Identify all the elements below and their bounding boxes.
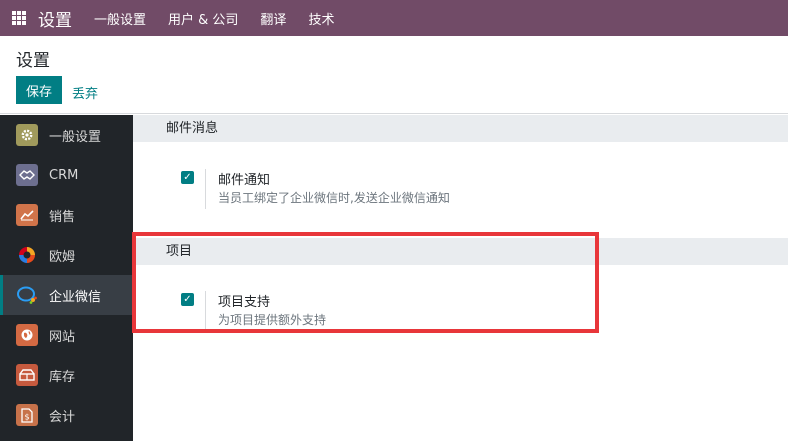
menu-general-settings[interactable]: 一般设置 [94, 9, 146, 28]
setting-divider [205, 291, 206, 331]
setting-description: 当员工绑定了企业微信时,发送企业微信通知 [218, 191, 450, 205]
section-header-mail: 邮件消息 [133, 115, 788, 142]
wecom-icon [16, 284, 38, 306]
menu-translations[interactable]: 翻译 [260, 9, 286, 28]
setting-description: 为项目提供额外支持 [218, 313, 327, 327]
svg-text:$: $ [24, 412, 29, 421]
sidebar-item-label: 一般设置 [49, 129, 102, 145]
chart-up-icon [16, 204, 38, 226]
menu-users-companies[interactable]: 用户 & 公司 [168, 9, 238, 28]
discard-button[interactable]: 丢弃 [72, 83, 98, 102]
section-header-project: 项目 [133, 238, 788, 265]
sidebar-item-ohm[interactable]: 欧姆 [0, 235, 133, 275]
sidebar-item-general-settings[interactable]: 一般设置 [0, 115, 133, 155]
settings-sidebar: 一般设置 CRM 销售 欧姆 企业微信 网站 库存 $ 会计 [0, 115, 133, 441]
setting-title: 邮件通知 [218, 173, 271, 188]
sidebar-item-website[interactable]: 网站 [0, 315, 133, 355]
handshake-icon [16, 164, 38, 186]
sidebar-item-label: 销售 [49, 209, 76, 225]
gear-icon [16, 124, 38, 146]
sidebar-item-label: CRM [49, 167, 79, 183]
sidebar-item-label: 会计 [49, 409, 76, 425]
setting-divider [205, 169, 206, 209]
save-button[interactable]: 保存 [16, 76, 62, 104]
settings-main: 邮件消息 ✓ 邮件通知 当员工绑定了企业微信时,发送企业微信通知 项目 ✓ 项目… [133, 115, 788, 441]
sidebar-item-label: 网站 [49, 329, 76, 345]
page-title: 设置 [16, 51, 50, 71]
invoice-icon: $ [16, 404, 38, 426]
sidebar-item-wecom[interactable]: 企业微信 [0, 275, 133, 315]
sidebar-item-label: 库存 [49, 369, 76, 385]
ohm-logo-icon [16, 244, 38, 266]
top-navbar: 设置 一般设置 用户 & 公司 翻译 技术 [0, 0, 788, 36]
sidebar-item-sales[interactable]: 销售 [0, 195, 133, 235]
apps-grid-icon[interactable] [12, 11, 26, 25]
globe-icon [16, 324, 38, 346]
sidebar-item-crm[interactable]: CRM [0, 155, 133, 195]
sidebar-item-label: 企业微信 [49, 289, 102, 305]
control-panel: 设置 保存 丢弃 [0, 36, 788, 114]
setting-title: 项目支持 [218, 295, 271, 310]
sidebar-item-inventory[interactable]: 库存 [0, 355, 133, 395]
boxes-icon [16, 364, 38, 386]
sidebar-item-accounting[interactable]: $ 会计 [0, 395, 133, 435]
mail-notification-checkbox[interactable]: ✓ [181, 171, 194, 184]
sidebar-item-label: 欧姆 [49, 249, 76, 265]
menu-technical[interactable]: 技术 [308, 9, 334, 28]
project-support-checkbox[interactable]: ✓ [181, 293, 194, 306]
app-brand[interactable]: 设置 [38, 6, 72, 31]
